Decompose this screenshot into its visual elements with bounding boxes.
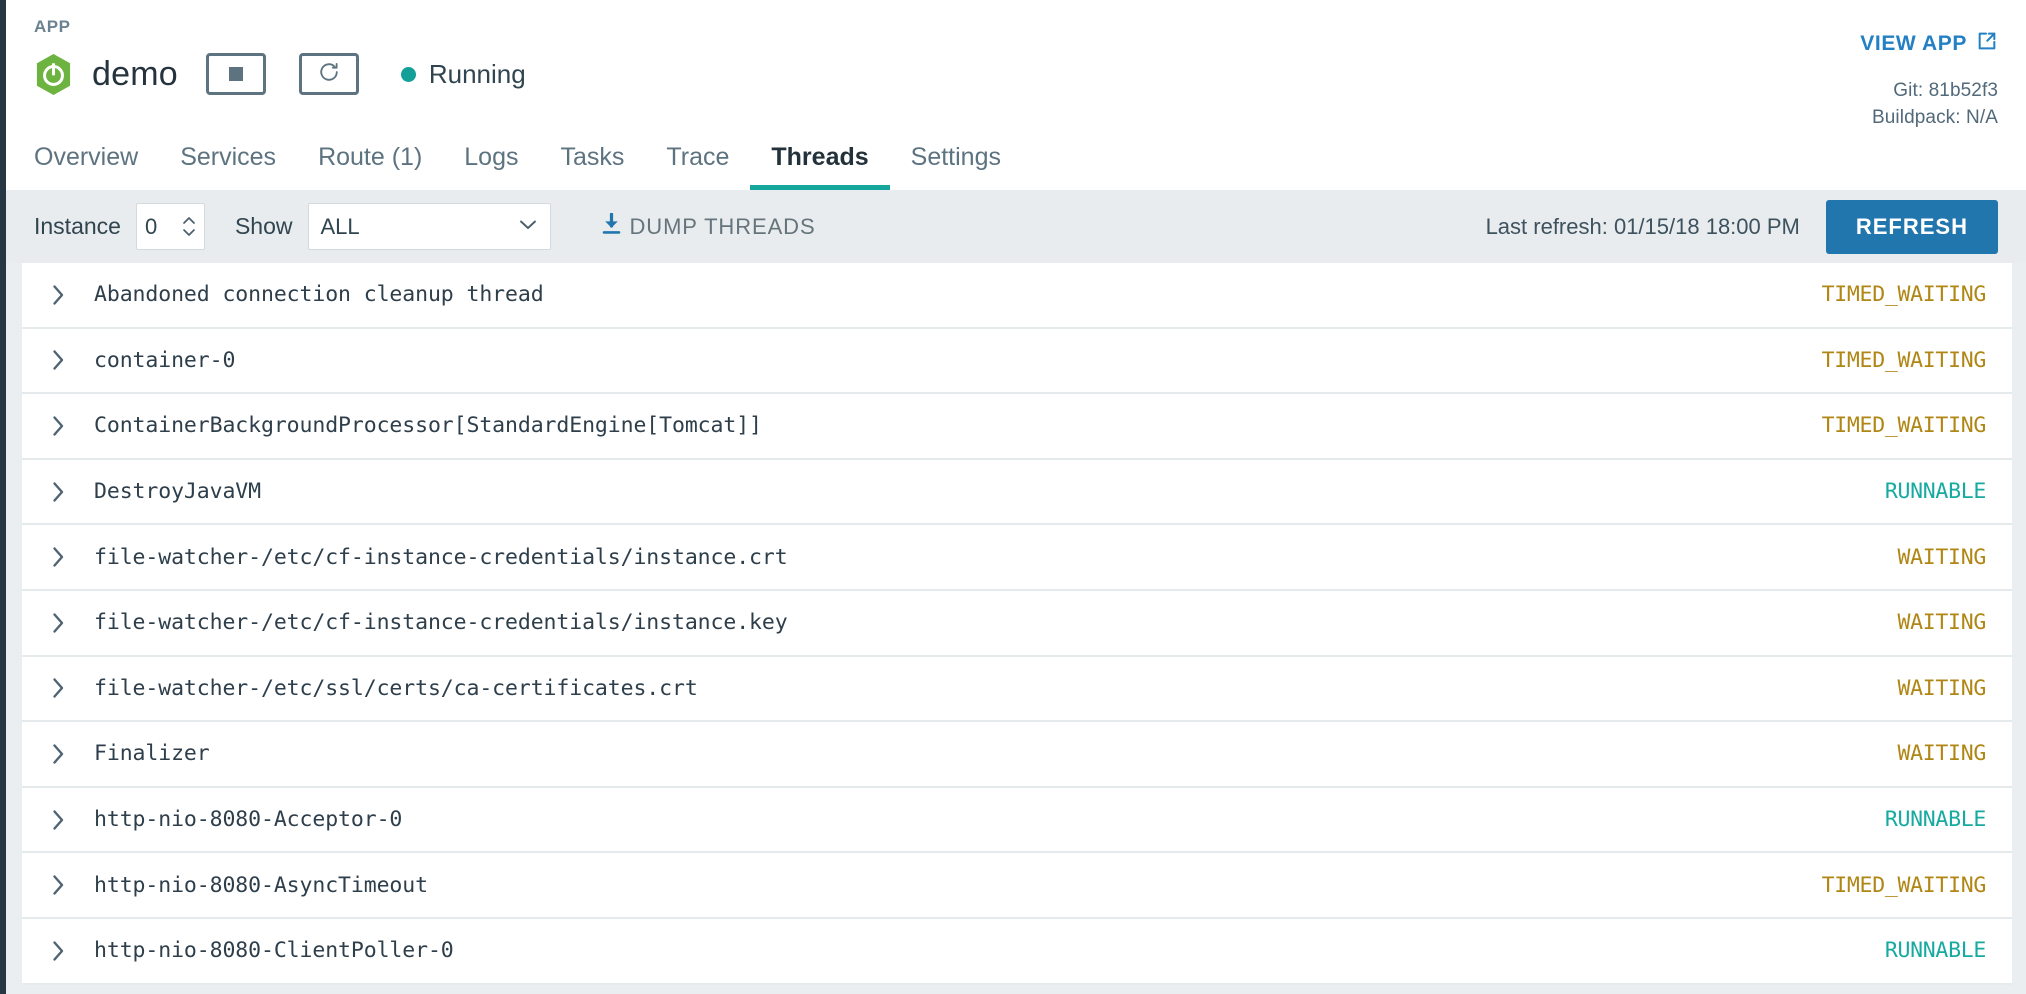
table-row[interactable]: file-watcher-/etc/ssl/certs/ca-certifica… — [22, 656, 2012, 723]
tab-trace[interactable]: Trace — [645, 145, 750, 190]
table-row[interactable]: Finalizer WAITING — [22, 722, 2012, 788]
threads-toolbar: Instance 0 Show ALL DUMP THREADS Last re… — [6, 190, 2026, 263]
thread-name: http-nio-8080-Acceptor-0 — [94, 807, 403, 833]
show-label: Show — [234, 213, 293, 239]
app-header: APP demo Running VIEW APP Git: 81b52f3 B… — [6, 0, 2026, 190]
chevron-right-icon[interactable] — [22, 611, 94, 635]
thread-state-badge: TIMED_WAITING — [1821, 413, 1987, 439]
chevron-right-icon[interactable] — [22, 348, 94, 372]
tab-services[interactable]: Services — [159, 145, 297, 190]
app-shell: APP demo Running VIEW APP Git: 81b52f3 B… — [6, 0, 2026, 994]
chevron-right-icon[interactable] — [22, 545, 94, 569]
tab-tasks[interactable]: Tasks — [540, 145, 646, 190]
app-kicker-label: APP — [34, 17, 71, 36]
chevron-right-icon[interactable] — [22, 414, 94, 438]
tab-logs[interactable]: Logs — [443, 145, 539, 190]
download-icon — [601, 212, 622, 240]
chevron-right-icon[interactable] — [22, 939, 94, 963]
thread-state-badge: WAITING — [1897, 610, 1986, 636]
thread-name: Abandoned connection cleanup thread — [94, 282, 544, 308]
spring-boot-logo-icon — [34, 53, 73, 96]
tab-threads[interactable]: Threads — [750, 145, 890, 190]
buildpack-info: Buildpack: N/A — [1871, 107, 1998, 128]
thread-name: file-watcher-/etc/cf-instance-credential… — [94, 610, 788, 636]
show-selected-value: ALL — [320, 213, 360, 239]
thread-name: ContainerBackgroundProcessor[StandardEng… — [94, 413, 762, 439]
tab-bar: Overview Services Route (1) Logs Tasks T… — [34, 132, 1022, 190]
thread-state-badge: TIMED_WAITING — [1821, 872, 1987, 898]
app-status: Running — [400, 58, 526, 90]
thread-name: file-watcher-/etc/ssl/certs/ca-certifica… — [94, 675, 698, 701]
last-refresh-text: Last refresh: 01/15/18 18:00 PM — [1485, 213, 1800, 239]
chevron-right-icon[interactable] — [22, 808, 94, 832]
thread-name: http-nio-8080-ClientPoller-0 — [94, 938, 454, 964]
table-row[interactable]: DestroyJavaVM RUNNABLE — [22, 459, 2012, 526]
stop-button[interactable] — [205, 53, 266, 95]
thread-state-badge: WAITING — [1897, 741, 1986, 767]
status-dot-icon — [400, 66, 416, 82]
stop-square-icon — [228, 67, 243, 81]
thread-name: http-nio-8080-AsyncTimeout — [94, 872, 428, 898]
tab-overview[interactable]: Overview — [34, 145, 159, 190]
tab-route[interactable]: Route (1) — [297, 145, 443, 190]
instance-label: Instance — [34, 213, 121, 239]
git-revision: Git: 81b52f3 — [1893, 80, 1998, 101]
chevron-right-icon[interactable] — [22, 742, 94, 766]
thread-name: container-0 — [94, 347, 236, 373]
toolbar-right-group: Last refresh: 01/15/18 18:00 PM REFRESH — [1486, 190, 1998, 263]
stepper-arrows-icon[interactable] — [182, 216, 196, 237]
show-filter-select[interactable]: ALL — [307, 203, 551, 250]
table-row[interactable]: ContainerBackgroundProcessor[StandardEng… — [22, 394, 2012, 460]
thread-state-badge: RUNNABLE — [1884, 938, 1986, 964]
thread-state-badge: RUNNABLE — [1884, 479, 1986, 505]
dump-threads-button[interactable]: DUMP THREADS — [601, 212, 816, 240]
restart-icon — [318, 61, 340, 88]
header-right-block: VIEW APP Git: 81b52f3 Buildpack: N/A — [1860, 30, 1998, 129]
table-row[interactable]: http-nio-8080-AsyncTimeout TIMED_WAITING — [22, 853, 2012, 919]
app-title-row: demo Running — [34, 46, 1998, 102]
thread-state-badge: RUNNABLE — [1884, 807, 1986, 833]
table-row[interactable]: container-0 TIMED_WAITING — [22, 328, 2012, 395]
thread-name: DestroyJavaVM — [94, 479, 261, 505]
chevron-right-icon[interactable] — [22, 283, 94, 307]
chevron-right-icon[interactable] — [22, 480, 94, 504]
chevron-down-icon — [518, 218, 538, 236]
chevron-right-icon[interactable] — [22, 676, 94, 700]
table-row[interactable]: http-nio-8080-Acceptor-0 RUNNABLE — [22, 787, 2012, 854]
table-row[interactable]: http-nio-8080-ClientPoller-0 RUNNABLE — [22, 918, 2012, 985]
refresh-button[interactable]: REFRESH — [1825, 199, 1998, 254]
thread-name: file-watcher-/etc/cf-instance-credential… — [94, 544, 788, 570]
thread-state-badge: TIMED_WAITING — [1821, 347, 1987, 373]
thread-state-badge: WAITING — [1897, 675, 1986, 701]
chevron-right-icon[interactable] — [22, 873, 94, 897]
view-app-label: VIEW APP — [1860, 32, 1967, 55]
tab-settings[interactable]: Settings — [890, 145, 1022, 190]
thread-state-badge: TIMED_WAITING — [1821, 282, 1987, 308]
dump-threads-label: DUMP THREADS — [629, 213, 816, 239]
thread-state-badge: WAITING — [1897, 544, 1986, 570]
table-row[interactable]: Abandoned connection cleanup thread TIMED… — [22, 263, 2012, 329]
instance-value: 0 — [144, 213, 158, 239]
left-nav-rail — [0, 0, 6, 994]
app-name: demo — [92, 54, 178, 93]
thread-name: Finalizer — [94, 741, 210, 767]
external-link-icon — [1976, 30, 1998, 58]
table-row[interactable]: file-watcher-/etc/cf-instance-credential… — [22, 590, 2012, 657]
threads-table[interactable]: Abandoned connection cleanup thread TIMED… — [22, 263, 2012, 994]
instance-stepper[interactable]: 0 — [135, 203, 205, 250]
view-app-link[interactable]: VIEW APP — [1860, 30, 1998, 58]
restart-button[interactable] — [298, 53, 359, 95]
status-label: Running — [428, 58, 526, 89]
table-row[interactable]: file-watcher-/etc/cf-instance-credential… — [22, 525, 2012, 591]
